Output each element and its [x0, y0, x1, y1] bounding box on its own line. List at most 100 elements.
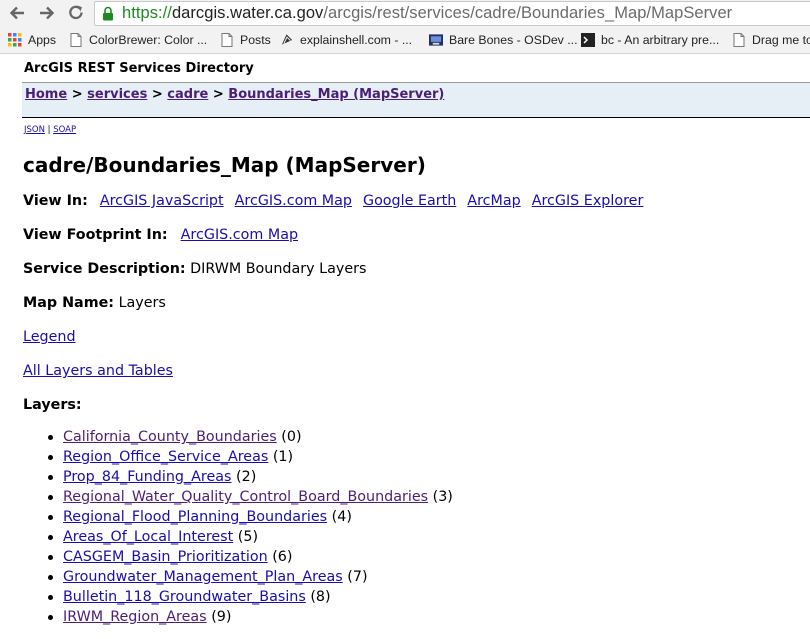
- bullet-icon: [48, 535, 53, 540]
- bookmark-label: Posts: [240, 32, 271, 47]
- bullet-icon: [48, 475, 53, 480]
- breadcrumb-services[interactable]: services: [87, 87, 147, 102]
- service-description-value: DIRWM Boundary Layers: [190, 261, 367, 277]
- layer-link[interactable]: Groundwater_Management_Plan_Areas: [63, 569, 343, 585]
- bookmark-label: explainshell.com - ...: [300, 32, 413, 47]
- layer-link[interactable]: Regional_Water_Quality_Control_Board_Bou…: [63, 489, 428, 505]
- lock-icon: [102, 6, 116, 22]
- layer-item: Bulletin_118_Groundwater_Basins (8): [45, 587, 453, 607]
- layer-link[interactable]: CASGEM_Basin_Prioritization: [63, 549, 268, 565]
- layer-id: (0): [281, 429, 302, 445]
- layer-link[interactable]: California_County_Boundaries: [63, 429, 277, 445]
- shell-icon: [280, 32, 294, 47]
- layer-item: CASGEM_Basin_Prioritization (6): [45, 547, 453, 567]
- map-name-label: Map Name:: [23, 295, 115, 311]
- bookmark-apps[interactable]: Apps: [8, 32, 56, 47]
- url-text[interactable]: https://darcgis.water.ca.gov/arcgis/rest…: [122, 4, 732, 23]
- layer-id: (4): [331, 509, 352, 525]
- layer-id: (8): [310, 589, 331, 605]
- format-links: JSON | SOAP: [24, 125, 76, 135]
- legend-row: Legend: [23, 329, 76, 345]
- layer-link[interactable]: IRWM_Region_Areas: [63, 609, 207, 625]
- breadcrumb-current[interactable]: Boundaries_Map (MapServer): [228, 87, 444, 102]
- layers-label: Layers:: [23, 397, 82, 413]
- soap-link[interactable]: SOAP: [53, 125, 76, 135]
- view-in-arcgis-com-map-link[interactable]: ArcGIS.com Map: [235, 193, 352, 209]
- bullet-icon: [48, 575, 53, 580]
- layer-link[interactable]: Prop_84_Funding_Areas: [63, 469, 232, 485]
- view-in-label: View In:: [23, 193, 88, 209]
- layer-item: California_County_Boundaries (0): [45, 427, 453, 447]
- breadcrumb-separator: >: [151, 87, 163, 102]
- layer-item: Prop_84_Funding_Areas (2): [45, 467, 453, 487]
- directory-title: ArcGIS REST Services Directory: [24, 61, 254, 76]
- bullet-icon: [48, 595, 53, 600]
- layer-link[interactable]: Regional_Flood_Planning_Boundaries: [63, 509, 327, 525]
- view-footprint-row: View Footprint In: ArcGIS.com Map: [23, 227, 298, 243]
- bookmark-label: Apps: [28, 32, 57, 47]
- bullet-icon: [48, 435, 53, 440]
- layer-link[interactable]: Bulletin_118_Groundwater_Basins: [63, 589, 306, 605]
- map-name-row: Map Name: Layers: [23, 295, 166, 311]
- view-in-arcmap-link[interactable]: ArcMap: [467, 193, 520, 209]
- bookmark-drag[interactable]: Drag me to: [732, 32, 810, 47]
- forward-arrow-icon[interactable]: [36, 2, 58, 24]
- layer-id: (6): [272, 549, 293, 565]
- layer-link[interactable]: Region_Office_Service_Areas: [63, 449, 268, 465]
- bookmark-osdev[interactable]: Bare Bones - OSDev ...: [429, 32, 578, 47]
- view-in-arcgis-javascript-link[interactable]: ArcGIS JavaScript: [100, 193, 224, 209]
- layer-item: Areas_Of_Local_Interest (5): [45, 527, 453, 547]
- page-icon: [69, 32, 83, 47]
- page-icon: [732, 32, 746, 47]
- bookmark-colorbrewer[interactable]: ColorBrewer: Color ...: [69, 32, 207, 47]
- layer-id: (7): [347, 569, 368, 585]
- reload-icon[interactable]: [65, 2, 87, 24]
- breadcrumb-separator: >: [71, 87, 83, 102]
- bookmarks-bar: Apps ColorBrewer: Color ... Posts explai…: [0, 28, 810, 52]
- service-description-row: Service Description: DIRWM Boundary Laye…: [23, 261, 366, 277]
- layer-item: Groundwater_Management_Plan_Areas (7): [45, 567, 453, 587]
- url-host: darcgis.water.ca.gov: [171, 4, 324, 22]
- apps-grid-icon: [8, 32, 22, 47]
- all-layers-row: All Layers and Tables: [23, 363, 173, 379]
- bookmark-label: Drag me to: [752, 32, 810, 47]
- layer-link[interactable]: Areas_Of_Local_Interest: [63, 529, 233, 545]
- layers-list: California_County_Boundaries (0) Region_…: [45, 427, 453, 627]
- legend-link[interactable]: Legend: [23, 329, 76, 345]
- layers-heading: Layers:: [23, 397, 82, 413]
- breadcrumb-cadre[interactable]: cadre: [167, 87, 208, 102]
- url-path: /arcgis/rest/services/cadre/Boundaries_M…: [323, 4, 733, 22]
- bookmark-bc[interactable]: bc - An arbitrary pre...: [581, 32, 719, 47]
- layer-id: (2): [236, 469, 257, 485]
- back-arrow-icon[interactable]: [6, 2, 28, 24]
- bullet-icon: [48, 615, 53, 620]
- browser-chrome: https://darcgis.water.ca.gov/arcgis/rest…: [0, 0, 810, 54]
- layer-item: Regional_Flood_Planning_Boundaries (4): [45, 507, 453, 527]
- address-bar[interactable]: https://darcgis.water.ca.gov/arcgis/rest…: [94, 1, 810, 26]
- view-in-row: View In: ArcGIS JavaScript ArcGIS.com Map G…: [23, 193, 643, 209]
- bookmark-explainshell[interactable]: explainshell.com - ...: [280, 32, 412, 47]
- breadcrumb-home[interactable]: Home: [25, 87, 67, 102]
- breadcrumb-bar: Home > services > cadre > Boundaries_Map…: [22, 82, 810, 118]
- bc-icon: [581, 32, 595, 47]
- view-in-arcgis-explorer-link[interactable]: ArcGIS Explorer: [532, 193, 644, 209]
- bookmark-posts[interactable]: Posts: [220, 32, 271, 47]
- footprint-arcgis-com-map-link[interactable]: ArcGIS.com Map: [181, 227, 298, 243]
- json-link[interactable]: JSON: [24, 125, 45, 135]
- page-content: ArcGIS REST Services Directory Home > se…: [0, 54, 810, 639]
- bullet-icon: [48, 555, 53, 560]
- service-title: cadre/Boundaries_Map (MapServer): [23, 153, 426, 177]
- layer-id: (9): [211, 609, 232, 625]
- format-separator: |: [47, 125, 51, 135]
- service-description-label: Service Description:: [23, 261, 186, 277]
- layer-item: Region_Office_Service_Areas (1): [45, 447, 453, 467]
- layer-id: (3): [432, 489, 453, 505]
- url-scheme: https://: [122, 4, 172, 22]
- view-footprint-label: View Footprint In:: [23, 227, 168, 243]
- map-name-value: Layers: [118, 295, 166, 311]
- view-in-google-earth-link[interactable]: Google Earth: [363, 193, 456, 209]
- bullet-icon: [48, 455, 53, 460]
- osdev-icon: [429, 32, 443, 47]
- all-layers-and-tables-link[interactable]: All Layers and Tables: [23, 363, 173, 379]
- layer-id: (1): [272, 449, 294, 465]
